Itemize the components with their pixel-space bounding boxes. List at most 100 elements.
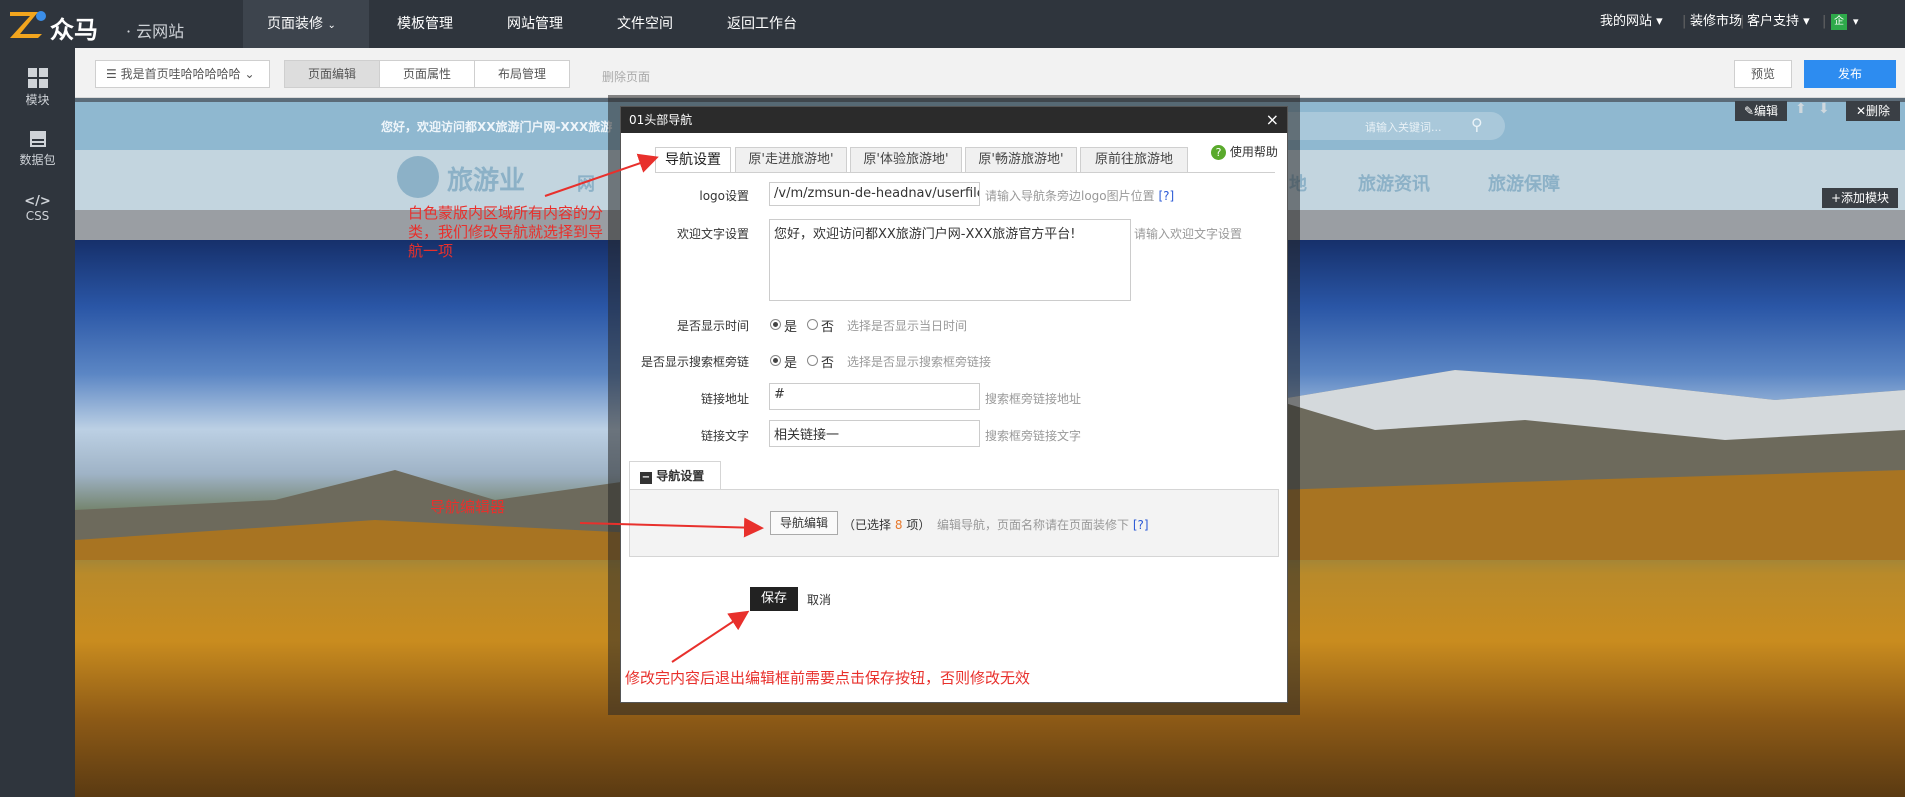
logo-hint: 请输入导航条旁边logo图片位置 [?] bbox=[985, 187, 1174, 204]
showsearch-hint: 选择是否显示搜索框旁链接 bbox=[847, 355, 992, 369]
site-nav-link[interactable]: 旅游保障 bbox=[1488, 170, 1560, 196]
nav-selected-count: （已选择 8 项） bbox=[843, 516, 930, 533]
sidebar-item-datapack[interactable]: 数据包 bbox=[0, 130, 75, 168]
sidebar-item-css[interactable]: </> CSS bbox=[0, 194, 75, 223]
delete-page-link[interactable]: 删除页面 bbox=[602, 68, 650, 85]
code-icon: </> bbox=[24, 194, 51, 209]
nav-workbench[interactable]: 返回工作台 bbox=[703, 0, 821, 48]
annotation-nav-tab: 白色蒙版内区域所有内容的分类，我们修改导航就选择到导航一项 bbox=[408, 204, 604, 260]
nav-edit-button[interactable]: 导航编辑 bbox=[770, 511, 838, 535]
arrow-down-icon[interactable]: ⬇ bbox=[1818, 101, 1830, 117]
chevron-down-icon: ⌄ bbox=[327, 20, 336, 31]
help-label: 使用帮助 bbox=[1229, 145, 1278, 159]
module-delete-label: 删除 bbox=[1866, 104, 1891, 118]
pencil-icon: ✎ bbox=[1743, 104, 1755, 118]
logo-help-link[interactable]: [?] bbox=[1158, 189, 1174, 203]
welcome-textarea[interactable]: 您好，欢迎访问都XX旅游门户网-XXX旅游官方平台! bbox=[769, 219, 1131, 301]
tab-travel[interactable]: 原'畅游旅游地' bbox=[965, 147, 1077, 173]
logo-hint-text: 请输入导航条旁边logo图片位置 bbox=[985, 189, 1155, 203]
close-icon: ✕ bbox=[1855, 104, 1867, 118]
dialog-title: 01头部导航 bbox=[621, 107, 1287, 133]
nav-files[interactable]: 文件空间 bbox=[593, 0, 697, 48]
tab-nav-settings[interactable]: 导航设置 bbox=[655, 147, 731, 173]
close-icon[interactable]: × bbox=[1266, 107, 1279, 133]
tab-divider bbox=[655, 172, 1275, 173]
sidebar-item-label: 模块 bbox=[25, 93, 50, 107]
divider: | bbox=[1822, 14, 1827, 29]
tab-page-edit[interactable]: 页面编辑 bbox=[284, 60, 380, 88]
left-sidebar: 模块 数据包 </> CSS bbox=[0, 48, 75, 797]
nav-section-tab: − 导航设置 bbox=[629, 461, 721, 489]
showtime-label: 是否显示时间 bbox=[676, 319, 749, 333]
site-logo-icon bbox=[397, 156, 439, 198]
nav-template[interactable]: 模板管理 bbox=[373, 0, 477, 48]
menu-icon: ☰ bbox=[106, 67, 117, 81]
tab-explore[interactable]: 原'走进旅游地' bbox=[735, 147, 847, 173]
app-logo[interactable]: 众马 · 云网站 bbox=[8, 6, 198, 44]
welcome-hint: 请输入欢迎文字设置 bbox=[1134, 227, 1243, 241]
sidebar-item-modules[interactable]: 模块 bbox=[0, 68, 75, 108]
site-nav-link[interactable]: 网 bbox=[577, 170, 595, 196]
add-module-label: 添加模块 bbox=[1841, 191, 1890, 205]
module-settings-dialog: 01头部导航 × 导航设置 原'走进旅游地' 原'体验旅游地' 原'畅游旅游地'… bbox=[620, 106, 1288, 703]
logo-label: logo设置 bbox=[699, 189, 749, 203]
link-addr-hint: 搜索框旁链接地址 bbox=[985, 392, 1082, 406]
help-link[interactable]: ? 使用帮助 bbox=[1211, 143, 1278, 160]
collapse-icon[interactable]: − bbox=[640, 472, 652, 484]
annotation-save: 修改完内容后退出编辑框前需要点击保存按钮，否则修改无效 bbox=[625, 669, 1031, 687]
site-search-placeholder: 请输入关键词... bbox=[1365, 121, 1442, 134]
tab-page-props[interactable]: 页面属性 bbox=[379, 60, 475, 88]
link-addr-input[interactable]: # bbox=[769, 383, 980, 410]
module-edit-button[interactable]: ✎编辑 bbox=[1735, 101, 1787, 121]
showsearch-label: 是否显示搜索框旁链 bbox=[640, 355, 749, 369]
tab-goto[interactable]: 原前往旅游地 bbox=[1080, 147, 1188, 173]
top-bar: 众马 · 云网站 页面装修 ⌄ 模板管理 网站管理 文件空间 返回工作台 我的网… bbox=[0, 0, 1905, 48]
market-link[interactable]: 装修市场 bbox=[1690, 0, 1742, 48]
logo-mark-icon bbox=[10, 11, 46, 38]
welcome-label: 欢迎文字设置 bbox=[676, 227, 749, 241]
showsearch-no-radio[interactable] bbox=[807, 355, 818, 366]
search-icon: ⚲ bbox=[1471, 115, 1483, 134]
save-button[interactable]: 保存 bbox=[750, 587, 798, 611]
enterprise-badge[interactable]: 企 bbox=[1831, 14, 1847, 30]
nav-edit-help-link[interactable]: [?] bbox=[1133, 518, 1149, 532]
tab-experience[interactable]: 原'体验旅游地' bbox=[850, 147, 962, 173]
sidebar-item-label: 数据包 bbox=[19, 153, 56, 167]
grid-icon bbox=[27, 68, 48, 88]
sidebar-item-label: CSS bbox=[25, 209, 50, 223]
plus-icon: + bbox=[1830, 191, 1842, 205]
radio-label: 否 bbox=[821, 356, 835, 371]
selected-prefix: （已选择 bbox=[843, 518, 892, 532]
nav-website[interactable]: 网站管理 bbox=[483, 0, 587, 48]
chevron-down-icon[interactable]: ▾ bbox=[1853, 0, 1859, 48]
page-select[interactable]: ☰ 我是首页哇哈哈哈哈哈 ⌄ bbox=[95, 60, 270, 88]
arrow-up-icon[interactable]: ⬆ bbox=[1795, 101, 1807, 117]
database-icon bbox=[29, 131, 46, 147]
add-module-button[interactable]: +添加模块 bbox=[1822, 188, 1898, 208]
radio-label: 否 bbox=[821, 320, 835, 335]
cancel-link[interactable]: 取消 bbox=[807, 591, 831, 608]
preview-button[interactable]: 预览 bbox=[1734, 60, 1792, 88]
my-site-menu[interactable]: 我的网站 ▾ bbox=[1600, 0, 1663, 48]
support-menu[interactable]: 客户支持 ▾ bbox=[1747, 0, 1810, 48]
nav-page-decorate[interactable]: 页面装修 ⌄ bbox=[243, 0, 369, 48]
link-text-hint: 搜索框旁链接文字 bbox=[985, 429, 1082, 443]
showtime-yes-radio[interactable] bbox=[770, 319, 781, 330]
link-text-input[interactable]: 相关链接一 bbox=[769, 420, 980, 447]
site-search[interactable]: 请输入关键词... ⚲ bbox=[1275, 112, 1505, 140]
module-delete-button[interactable]: ✕删除 bbox=[1846, 101, 1900, 121]
showtime-hint: 选择是否显示当日时间 bbox=[847, 319, 968, 333]
site-welcome-text: 您好，欢迎访问都XX旅游门户网-XXX旅游 bbox=[381, 120, 613, 134]
radio-label: 是 bbox=[784, 356, 798, 371]
tab-layout[interactable]: 布局管理 bbox=[474, 60, 570, 88]
nav-section-title: 导航设置 bbox=[656, 469, 705, 483]
selected-count: 8 bbox=[894, 518, 903, 532]
radio-label: 是 bbox=[784, 320, 798, 335]
showsearch-yes-radio[interactable] bbox=[770, 355, 781, 366]
showtime-no-radio[interactable] bbox=[807, 319, 818, 330]
publish-button[interactable]: 发布 bbox=[1804, 60, 1896, 88]
dialog-title-text: 01头部导航 bbox=[629, 113, 693, 127]
site-nav-link[interactable]: 旅游资讯 bbox=[1358, 170, 1430, 196]
help-icon: ? bbox=[1211, 145, 1226, 160]
logo-input[interactable]: /v/m/zmsun-de-headnav/userfiles/ir bbox=[769, 182, 980, 206]
